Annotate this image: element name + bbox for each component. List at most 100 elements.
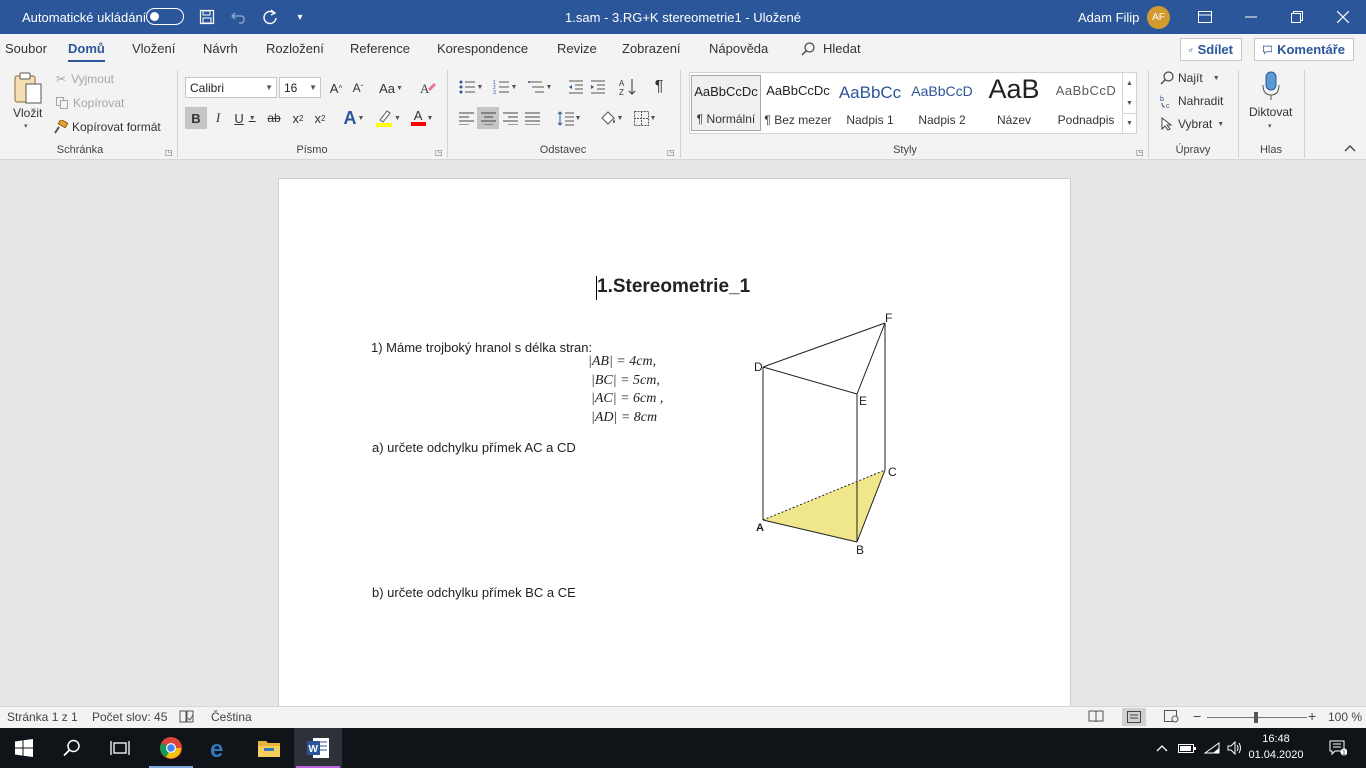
paste-label[interactable]: Vložit — [13, 106, 42, 120]
equation-bc[interactable]: |BC| = 5cm, — [591, 373, 660, 389]
search-icon[interactable] — [48, 728, 96, 768]
undo-icon[interactable] — [228, 0, 252, 34]
shrink-font-button[interactable]: Aˇ — [347, 77, 369, 99]
clear-formatting-button[interactable]: A — [416, 77, 438, 99]
search-box[interactable]: Hledat — [801, 41, 861, 56]
style-heading-2[interactable]: AaBbCcD Nadpis 2 — [907, 75, 977, 131]
align-right-button[interactable] — [499, 107, 521, 129]
zoom-slider-thumb[interactable] — [1254, 712, 1258, 723]
shading-button[interactable]: ▼ — [595, 107, 627, 129]
zoom-out-icon[interactable]: − — [1193, 708, 1201, 724]
show-hidden-icons-icon[interactable] — [1153, 728, 1171, 768]
align-center-button[interactable] — [477, 107, 499, 129]
tab-references[interactable]: Reference — [350, 41, 410, 56]
notification-icon[interactable]: 1 — [1320, 728, 1356, 768]
style-title[interactable]: AaB Název — [979, 75, 1049, 131]
style-subtitle[interactable]: AaBbCcD Podnadpis — [1051, 75, 1121, 131]
cut-button[interactable]: ✂ Vyjmout — [56, 72, 114, 86]
dictate-dropdown-icon[interactable]: ▾ — [1268, 122, 1272, 130]
paragraph-dialog-launcher-icon[interactable]: ◳ — [667, 148, 675, 157]
format-painter-button[interactable]: Kopírovat formát — [54, 120, 161, 134]
tab-layout[interactable]: Rozložení — [266, 41, 324, 56]
volume-icon[interactable] — [1224, 728, 1246, 768]
subscript-button[interactable]: x2 — [287, 107, 309, 129]
style-no-spacing[interactable]: AaBbCcDc ¶ Bez mezer — [763, 75, 833, 131]
underline-button[interactable]: U ▼ — [229, 107, 261, 129]
tab-insert[interactable]: Vložení — [132, 41, 175, 56]
proofing-icon[interactable] — [179, 710, 194, 726]
equation-ac[interactable]: |AC| = 6cm , — [591, 391, 663, 407]
page-count[interactable]: Stránka 1 z 1 — [7, 710, 78, 724]
show-formatting-button[interactable]: ¶ — [648, 76, 670, 98]
document-page[interactable]: 1.Stereometrie_1 1) Máme trojboký hranol… — [278, 178, 1071, 706]
align-left-button[interactable] — [455, 107, 477, 129]
gallery-more-icon[interactable]: ▼ — [1122, 113, 1136, 133]
task-view-icon[interactable] — [96, 728, 144, 768]
italic-button[interactable]: I — [207, 107, 229, 129]
dictate-label[interactable]: Diktovat — [1249, 105, 1292, 119]
web-layout-icon[interactable] — [1164, 710, 1179, 726]
tab-view[interactable]: Zobrazení — [622, 41, 681, 56]
bullets-button[interactable]: ▼ — [455, 76, 487, 98]
superscript-button[interactable]: x2 — [309, 107, 331, 129]
equation-ab[interactable]: |AB| = 4cm, — [588, 354, 656, 370]
find-button[interactable]: Najít ▼ — [1160, 71, 1220, 85]
gallery-scroll-down-icon[interactable]: ▼ — [1122, 93, 1136, 113]
chrome-icon[interactable] — [147, 728, 195, 768]
tab-mailings[interactable]: Korespondence — [437, 41, 528, 56]
problem-intro[interactable]: 1) Máme trojboký hranol s délka stran: — [371, 340, 592, 355]
copy-button[interactable]: Kopírovat — [56, 96, 124, 110]
word-icon[interactable]: W — [294, 728, 342, 768]
sort-button[interactable]: AZ — [617, 76, 639, 98]
document-heading[interactable]: 1.Stereometrie_1 — [597, 276, 750, 298]
decrease-indent-button[interactable] — [565, 76, 587, 98]
text-effects-button[interactable]: A ▼ — [339, 107, 369, 129]
comments-button[interactable]: Komentáře — [1254, 38, 1354, 61]
line-spacing-button[interactable]: ▼ — [554, 107, 584, 129]
equation-ad[interactable]: |AD| = 8cm — [591, 410, 657, 426]
print-layout-icon[interactable] — [1122, 708, 1146, 726]
font-dialog-launcher-icon[interactable]: ◳ — [435, 148, 443, 157]
system-clock[interactable]: 16:48 01.04.2020 — [1246, 731, 1306, 763]
wifi-icon[interactable] — [1201, 728, 1223, 768]
tab-file[interactable]: Soubor — [5, 41, 47, 56]
autosave-toggle[interactable] — [146, 8, 184, 25]
zoom-in-icon[interactable]: + — [1308, 708, 1316, 724]
tab-home[interactable]: Domů — [68, 41, 105, 62]
word-count[interactable]: Počet slov: 45 — [92, 710, 167, 724]
restore-icon[interactable] — [1274, 0, 1320, 34]
zoom-level[interactable]: 100 % — [1328, 710, 1362, 724]
grow-font-button[interactable]: A ^ — [325, 77, 347, 99]
multilevel-list-button[interactable]: ▼ — [524, 76, 556, 98]
change-case-button[interactable]: Aa ▼ — [376, 77, 406, 99]
windows-start-icon[interactable] — [0, 728, 48, 768]
minimize-icon[interactable] — [1228, 0, 1274, 34]
style-normal[interactable]: AaBbCcDc ¶ Normální — [691, 75, 761, 131]
edge-icon[interactable]: e — [196, 728, 244, 768]
borders-button[interactable]: ▼ — [629, 107, 661, 129]
customize-qat-icon[interactable]: ▾ — [288, 0, 312, 34]
font-color-button[interactable]: A ▼ — [406, 107, 438, 129]
highlight-button[interactable]: ▼ — [372, 107, 404, 129]
paste-dropdown-icon[interactable]: ▾ — [24, 122, 28, 130]
share-button[interactable]: Sdílet — [1180, 38, 1242, 61]
font-size-combo[interactable]: 16 ▼ — [279, 77, 321, 98]
microphone-icon[interactable] — [1260, 70, 1282, 102]
save-icon[interactable] — [195, 0, 219, 34]
collapse-ribbon-icon[interactable] — [1344, 144, 1356, 152]
avatar[interactable]: AF — [1147, 6, 1170, 29]
tab-review[interactable]: Revize — [557, 41, 597, 56]
bold-button[interactable]: B — [185, 107, 207, 129]
task-b[interactable]: b) určete odchylku přímek BC a CE — [372, 585, 576, 600]
increase-indent-button[interactable] — [587, 76, 609, 98]
numbering-button[interactable]: 1 2 3 ▼ — [489, 76, 521, 98]
read-mode-icon[interactable] — [1088, 710, 1104, 726]
font-name-combo[interactable]: Calibri ▼ — [185, 77, 277, 98]
language[interactable]: Čeština — [211, 710, 252, 724]
styles-dialog-launcher-icon[interactable]: ◳ — [1136, 148, 1144, 157]
paste-icon[interactable] — [12, 70, 44, 106]
user-name[interactable]: Adam Filip — [1078, 0, 1139, 34]
clipboard-dialog-launcher-icon[interactable]: ◳ — [165, 148, 173, 157]
tab-design[interactable]: Návrh — [203, 41, 238, 56]
tab-help[interactable]: Nápověda — [709, 41, 768, 56]
